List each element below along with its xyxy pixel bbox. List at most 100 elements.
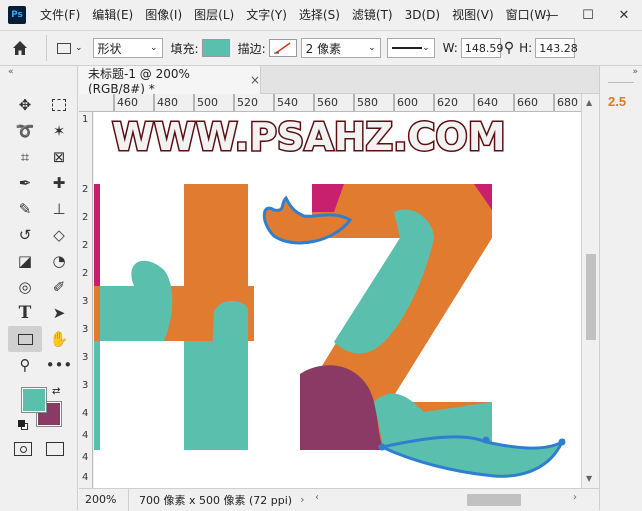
photoshop-logo: Ps bbox=[8, 6, 26, 24]
ruler-label: 4 bbox=[82, 430, 89, 441]
screen-mode-icon[interactable] bbox=[46, 442, 64, 456]
brush-tool-icon[interactable]: ✎ bbox=[8, 196, 42, 222]
magic-wand-icon[interactable]: ✶ bbox=[42, 118, 76, 144]
stroke-none-icon bbox=[273, 42, 291, 54]
zoom-tool-icon[interactable]: ⚲ bbox=[8, 352, 42, 378]
menu-image[interactable]: 图像(I) bbox=[139, 0, 188, 30]
horizontal-scrollbar[interactable]: ‹ › bbox=[315, 492, 577, 506]
path-select-icon[interactable]: ➤ bbox=[42, 300, 76, 326]
scroll-left-icon[interactable]: ‹ bbox=[315, 492, 319, 503]
document-tab[interactable]: 未标题-1 @ 200%(RGB/8#) * × bbox=[79, 66, 261, 96]
swap-colors-icon[interactable]: ⇄ bbox=[52, 386, 60, 397]
frame-tool-icon[interactable]: ⊠ bbox=[42, 144, 76, 170]
ruler-label: 620 bbox=[437, 96, 458, 109]
horizontal-scroll-thumb[interactable] bbox=[467, 494, 521, 506]
menu-filter[interactable]: 滤镜(T) bbox=[346, 0, 399, 30]
link-icon[interactable]: ⚲ bbox=[504, 40, 514, 56]
ruler-label: 2 bbox=[82, 268, 89, 279]
type-tool-icon[interactable]: T bbox=[8, 300, 42, 326]
panel-collapse-toggle[interactable]: » bbox=[600, 66, 642, 78]
collapse-toggle[interactable]: « bbox=[0, 66, 77, 78]
canvas[interactable]: WWW.PSAHZ.COM bbox=[94, 112, 581, 488]
height-input[interactable]: 143.28 bbox=[535, 38, 578, 58]
stroke-type-select[interactable]: ⌄ bbox=[386, 38, 435, 58]
menu-select[interactable]: 选择(S) bbox=[293, 0, 346, 30]
tool-grid: ✥ ➰ ✶ ⌗ ⊠ ✒ ✚ ✎ ⊥ ↺ ◇ ◪ ◔ ◎ ✐ T ➤ ✋ ⚲ ••… bbox=[0, 92, 77, 378]
foreground-color-swatch[interactable] bbox=[21, 387, 47, 413]
ruler-label: 2 bbox=[82, 184, 89, 195]
mode-select[interactable]: 形状 ⌄ bbox=[92, 38, 163, 58]
quick-mask-icon[interactable] bbox=[14, 442, 32, 456]
healing-brush-icon[interactable]: ✚ bbox=[42, 170, 76, 196]
eraser-icon[interactable]: ◇ bbox=[42, 222, 76, 248]
close-button[interactable]: ✕ bbox=[606, 0, 642, 30]
blur-tool-icon[interactable]: ◔ bbox=[42, 248, 76, 274]
chevron-down-icon: ⌄ bbox=[75, 43, 83, 53]
pen-tool-icon[interactable]: ✐ bbox=[42, 274, 76, 300]
eyedropper-icon[interactable]: ✒ bbox=[8, 170, 42, 196]
close-tab-icon[interactable]: × bbox=[250, 73, 260, 87]
ruler-label: 560 bbox=[317, 96, 338, 109]
scroll-right-icon[interactable]: › bbox=[573, 492, 577, 503]
zoom-level[interactable]: 200% bbox=[79, 488, 129, 511]
ruler-label: 3 bbox=[82, 352, 89, 363]
chevron-down-icon: ⌄ bbox=[150, 43, 158, 53]
horizontal-ruler: 460 480 500 520 540 560 580 600 620 640 … bbox=[79, 94, 581, 112]
vertical-ruler: 1 2 2 2 2 3 3 3 3 4 4 4 4 bbox=[79, 112, 93, 488]
menu-file[interactable]: 文件(F) bbox=[34, 0, 86, 30]
history-brush-icon[interactable]: ↺ bbox=[8, 222, 42, 248]
chevron-down-icon: ⌄ bbox=[368, 43, 376, 53]
more-tools-icon[interactable]: ••• bbox=[42, 352, 76, 378]
height-label: H: bbox=[519, 41, 533, 55]
ruler-label: 2 bbox=[82, 240, 89, 251]
anchor-point[interactable] bbox=[482, 436, 490, 444]
minimize-button[interactable]: — bbox=[534, 0, 570, 30]
menu-edit[interactable]: 编辑(E) bbox=[86, 0, 139, 30]
ruler-label: 460 bbox=[117, 96, 138, 109]
home-button[interactable] bbox=[0, 30, 40, 66]
vertical-scrollbar[interactable]: ▲ ▼ bbox=[581, 94, 599, 488]
stamp-tool-icon[interactable]: ⊥ bbox=[42, 196, 76, 222]
marquee-tool-icon[interactable] bbox=[42, 92, 76, 118]
crop-tool-icon[interactable]: ⌗ bbox=[8, 144, 42, 170]
ruler-label: 2 bbox=[82, 212, 89, 223]
ruler-label: 4 bbox=[82, 408, 89, 419]
menu-view[interactable]: 视图(V) bbox=[446, 0, 500, 30]
status-bar: 200% 700 像素 x 500 像素 (72 ppi) › ‹ › bbox=[79, 488, 599, 511]
menu-layer[interactable]: 图层(L) bbox=[188, 0, 240, 30]
rectangle-tool-icon[interactable] bbox=[8, 326, 42, 352]
ruler-label: 660 bbox=[517, 96, 538, 109]
move-tool-icon[interactable]: ✥ bbox=[8, 92, 42, 118]
anchor-point[interactable] bbox=[378, 443, 386, 451]
tool-preset-picker[interactable]: ⌄ bbox=[57, 42, 83, 54]
menu-type[interactable]: 文字(Y) bbox=[240, 0, 293, 30]
doc-info: 700 像素 x 500 像素 (72 ppi) bbox=[139, 493, 293, 507]
scroll-up-icon[interactable]: ▲ bbox=[586, 98, 592, 107]
anchor-point[interactable] bbox=[558, 438, 566, 446]
shape-path-bottom[interactable] bbox=[377, 435, 566, 478]
width-input[interactable]: 148.59 bbox=[460, 38, 503, 58]
hand-tool-icon[interactable]: ✋ bbox=[42, 326, 76, 352]
right-panel: » 2.5 bbox=[599, 66, 642, 510]
color-swatches: ⇄ bbox=[18, 386, 66, 430]
rectangle-icon bbox=[57, 42, 71, 54]
fill-swatch[interactable] bbox=[201, 39, 230, 57]
stroke-width-value: 2 像素 bbox=[305, 41, 342, 56]
maximize-button[interactable]: ☐ bbox=[570, 0, 606, 30]
stroke-width-select[interactable]: 2 像素 ⌄ bbox=[300, 38, 381, 58]
default-colors-icon[interactable] bbox=[18, 420, 28, 430]
ruler-label: 520 bbox=[237, 96, 258, 109]
vertical-scroll-thumb[interactable] bbox=[586, 254, 596, 340]
panel-grip bbox=[608, 82, 634, 83]
stroke-swatch[interactable] bbox=[268, 39, 297, 57]
panel-version-badge[interactable]: 2.5 bbox=[608, 94, 626, 109]
window-controls: — ☐ ✕ bbox=[534, 0, 642, 30]
paint-bucket-icon[interactable]: ◪ bbox=[8, 248, 42, 274]
lasso-tool-icon[interactable]: ➰ bbox=[8, 118, 42, 144]
scroll-down-icon[interactable]: ▼ bbox=[586, 474, 592, 483]
ruler-label: 680 bbox=[557, 96, 578, 109]
ruler-label: 4 bbox=[82, 452, 89, 463]
menu-3d[interactable]: 3D(D) bbox=[399, 0, 446, 30]
status-menu-icon[interactable]: › bbox=[300, 493, 304, 506]
dodge-tool-icon[interactable]: ◎ bbox=[8, 274, 42, 300]
